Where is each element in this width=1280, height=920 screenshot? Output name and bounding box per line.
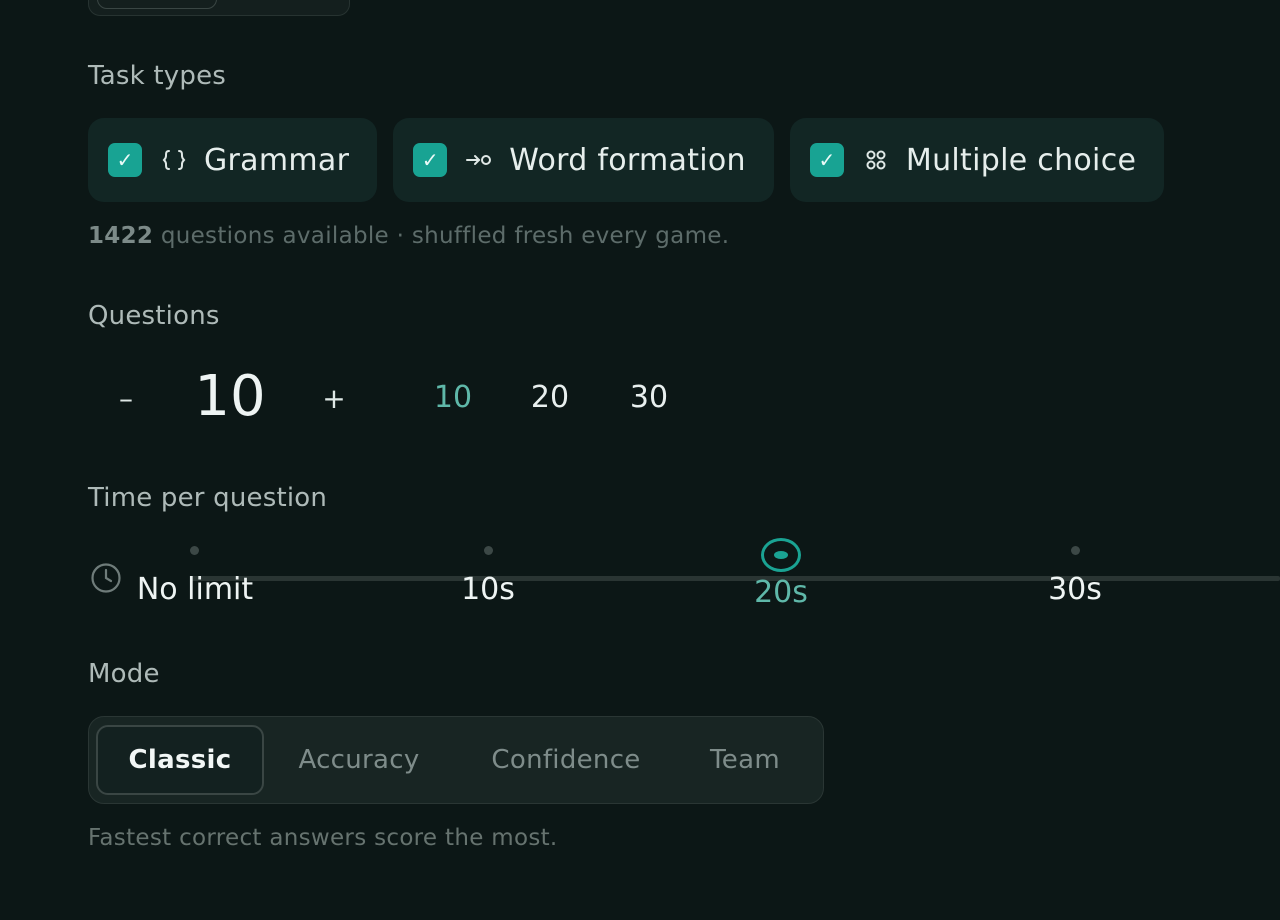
preset-10-button[interactable]: 10 [423, 380, 483, 415]
decrement-button[interactable]: – [104, 376, 148, 420]
task-type-chips: ✓ Grammar ✓ Word formation ✓ Multiple ch… [88, 118, 1165, 202]
mode-option-accuracy[interactable]: Accuracy [279, 725, 439, 795]
questions-available-count: 1422 [88, 223, 154, 249]
time-option-10s[interactable]: 10s [398, 572, 578, 607]
increment-button[interactable]: + [312, 376, 356, 420]
time-per-question-title: Time per question [88, 483, 328, 513]
mode-option-confidence[interactable]: Confidence [471, 725, 661, 795]
checkbox-checked-icon[interactable]: ✓ [108, 143, 142, 177]
braces-icon [160, 146, 188, 174]
task-chip-label: Multiple choice [905, 142, 1137, 178]
game-settings-page: Task types ✓ Grammar ✓ Word formation ✓ … [0, 0, 1280, 920]
mode-option-team[interactable]: Team [689, 725, 801, 795]
grid-dots-icon [862, 146, 890, 174]
questions-available-suffix: questions available · shuffled fresh eve… [153, 223, 730, 249]
time-slider-tick [484, 546, 493, 555]
task-chip-label: Word formation [509, 142, 746, 178]
top-segmented-selected-option[interactable] [97, 0, 217, 9]
task-chip-label: Grammar [204, 142, 350, 178]
mode-title: Mode [88, 659, 160, 689]
task-chip-word-formation[interactable]: ✓ Word formation [393, 118, 774, 202]
checkbox-checked-icon[interactable]: ✓ [809, 143, 844, 177]
questions-title: Questions [88, 301, 220, 331]
question-count-value: 10 [194, 364, 266, 429]
preset-30-button[interactable]: 30 [619, 380, 679, 415]
mode-segmented-control: Classic Accuracy Confidence Team [88, 716, 824, 804]
checkbox-checked-icon[interactable]: ✓ [413, 143, 448, 177]
questions-available-text: 1422 questions available · shuffled fres… [88, 223, 729, 249]
time-option-20s[interactable]: 20s [691, 575, 871, 610]
top-segmented-control[interactable] [88, 0, 350, 16]
time-option-30s[interactable]: 30s [985, 572, 1165, 607]
mode-description: Fastest correct answers score the most. [88, 825, 558, 851]
time-slider-tick [1071, 546, 1080, 555]
task-types-title: Task types [88, 61, 227, 91]
time-slider-tick [190, 546, 199, 555]
time-option-no-limit[interactable]: No limit [105, 572, 285, 607]
time-slider-thumb[interactable] [761, 538, 801, 572]
task-chip-grammar[interactable]: ✓ Grammar [88, 118, 378, 202]
arrow-circle-icon [465, 146, 493, 174]
preset-20-button[interactable]: 20 [520, 380, 580, 415]
mode-option-classic[interactable]: Classic [96, 725, 264, 795]
task-chip-multiple-choice[interactable]: ✓ Multiple choice [789, 118, 1165, 202]
